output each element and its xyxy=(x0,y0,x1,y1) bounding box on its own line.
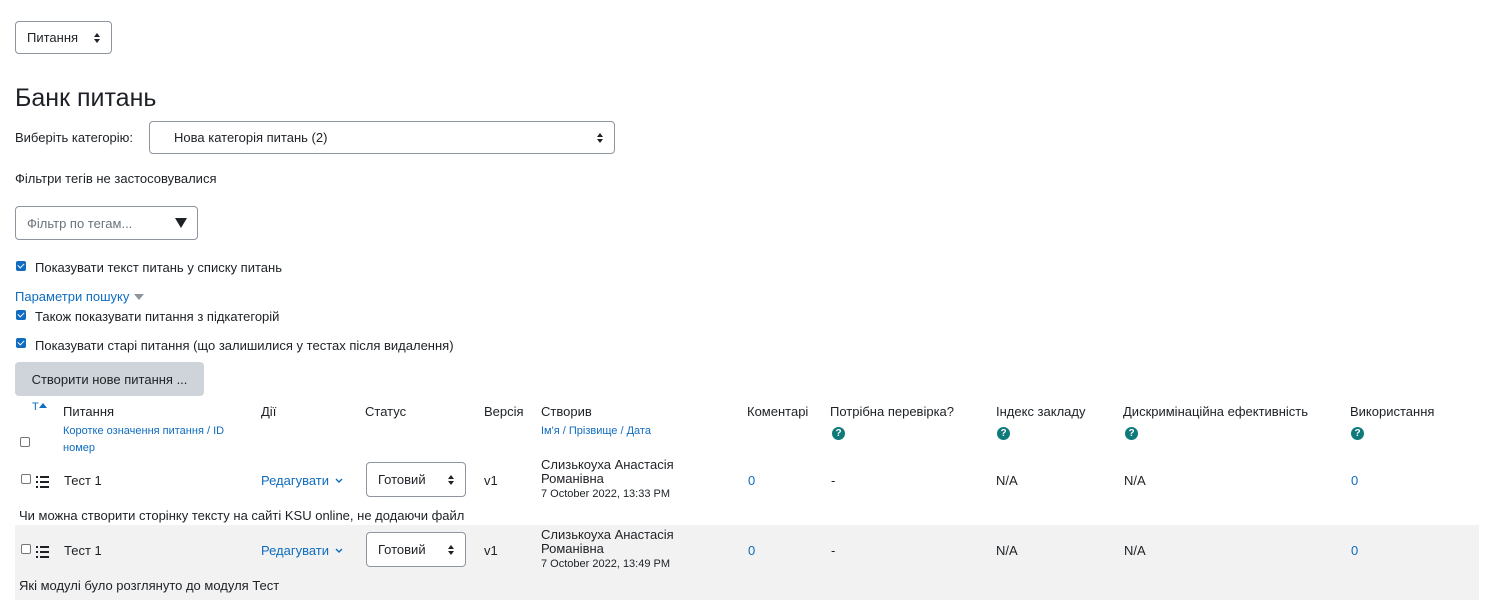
edit-menu-label: Редагувати xyxy=(261,543,330,558)
category-select-value: Нова категорія питань (2) xyxy=(174,130,328,145)
type-header-label: Т xyxy=(32,401,39,413)
row-select-checkbox[interactable] xyxy=(21,544,31,554)
creator-name: Слизькоуха Анастасія Романівна xyxy=(541,527,674,556)
question-name: Тест 1 xyxy=(64,473,102,488)
usage-header: Використання xyxy=(1350,404,1435,419)
facility-index-value: N/A xyxy=(996,473,1018,488)
discrimination-value: N/A xyxy=(1124,543,1146,558)
chevron-down-icon xyxy=(335,548,343,553)
question-name: Тест 1 xyxy=(64,543,102,558)
sort-asc-icon xyxy=(38,403,47,408)
discrimination-header: Дискримінаційна ефективність xyxy=(1123,404,1309,419)
caret-down-icon xyxy=(134,293,145,300)
create-question-button[interactable]: Створити нове питання ... xyxy=(15,362,204,396)
header-separator: / xyxy=(617,425,627,437)
multichoice-type-icon xyxy=(36,546,49,558)
sort-type-header[interactable]: Т xyxy=(32,401,47,413)
facility-index-value: N/A xyxy=(996,543,1018,558)
sort-short-name-link[interactable]: Коротке означення питання xyxy=(63,425,204,437)
comments-link[interactable]: 0 xyxy=(748,543,755,558)
question-bank-nav-select[interactable]: Питання xyxy=(15,21,112,54)
version-value: v1 xyxy=(484,543,498,558)
header-separator: / xyxy=(203,425,214,437)
edit-menu-toggle[interactable]: Редагувати xyxy=(261,543,343,558)
question-text: Чи можна створити сторінку тексту на сай… xyxy=(19,508,465,523)
version-header: Версія xyxy=(484,404,524,419)
question-sub-header: Коротке означення питання / ID номер xyxy=(63,422,243,456)
version-value: v1 xyxy=(484,473,498,488)
caret-down-icon xyxy=(175,218,187,228)
row-select-checkbox[interactable] xyxy=(21,474,31,484)
edit-menu-label: Редагувати xyxy=(261,473,330,488)
search-params-label: Параметри пошуку xyxy=(15,289,130,304)
tag-filter-placeholder: Фільтр по тегам... xyxy=(27,215,133,231)
creator-header[interactable]: Створив xyxy=(541,404,592,419)
creator-sub-header: Ім'я / Прізвище / Дата xyxy=(541,422,651,437)
select-arrows-icon xyxy=(448,544,454,555)
needs-checking-header: Потрібна перевірка? xyxy=(830,404,955,419)
multichoice-type-icon xyxy=(36,476,49,488)
help-icon[interactable]: ? xyxy=(997,427,1010,440)
status-select-value: Готовий xyxy=(378,472,426,487)
category-select[interactable]: Нова категорія питань (2) xyxy=(149,121,615,154)
tag-filters-note: Фільтри тегів не застосовувалися xyxy=(15,171,217,186)
create-question-button-label: Створити нове питання ... xyxy=(31,371,188,387)
sort-date-link[interactable]: Дата xyxy=(627,425,651,437)
old-questions-label: Показувати старі питання (що залишилися … xyxy=(35,338,454,353)
select-arrows-icon xyxy=(597,132,603,143)
status-select-value: Готовий xyxy=(378,542,426,557)
question-bank-nav-select-value: Питання xyxy=(27,30,79,45)
status-select[interactable]: Готовий xyxy=(366,532,466,567)
comments-link[interactable]: 0 xyxy=(748,473,755,488)
header-separator: / xyxy=(559,425,569,437)
facility-index-header: Індекс закладу xyxy=(996,404,1086,419)
table-row: Тест 1 Редагувати Готовий v1 Слизькоуха … xyxy=(0,526,1488,596)
subcategories-checkbox[interactable] xyxy=(16,310,26,320)
edit-menu-toggle[interactable]: Редагувати xyxy=(261,473,343,488)
discrimination-value: N/A xyxy=(1124,473,1146,488)
comments-header[interactable]: Коментарі xyxy=(747,404,808,419)
category-label: Виберіть категорію: xyxy=(15,130,134,145)
select-arrows-icon xyxy=(94,32,100,43)
page-title: Банк питань xyxy=(15,84,157,112)
show-text-label: Показувати текст питань у списку питань xyxy=(35,260,282,275)
status-header: Статус xyxy=(365,404,407,419)
help-icon[interactable]: ? xyxy=(1351,427,1364,440)
chevron-down-icon xyxy=(335,478,343,483)
show-text-checkbox[interactable] xyxy=(16,261,26,271)
status-select[interactable]: Готовий xyxy=(366,462,466,497)
needs-checking-value: - xyxy=(831,543,836,558)
help-icon[interactable]: ? xyxy=(1125,427,1138,440)
sort-first-name-link[interactable]: Ім'я xyxy=(541,425,560,437)
sort-last-name-link[interactable]: Прізвище xyxy=(569,425,618,437)
select-all-checkbox[interactable] xyxy=(20,437,30,447)
help-icon[interactable]: ? xyxy=(832,427,845,440)
usage-link[interactable]: 0 xyxy=(1351,543,1358,558)
table-header: Т Питання Коротке означення питання / ID… xyxy=(0,398,1488,458)
sort-number-link[interactable]: номер xyxy=(63,442,95,454)
old-questions-checkbox[interactable] xyxy=(16,338,26,348)
creator-name: Слизькоуха Анастасія Романівна xyxy=(541,457,674,486)
needs-checking-value: - xyxy=(831,473,836,488)
creator-date: 7 October 2022, 13:33 PM xyxy=(541,488,671,500)
search-params-link[interactable]: Параметри пошуку xyxy=(15,289,145,304)
tag-filter-input[interactable]: Фільтр по тегам... xyxy=(15,206,198,240)
question-text: Які модулі було розглянуто до модуля Тес… xyxy=(19,578,280,593)
select-arrows-icon xyxy=(448,474,454,485)
usage-link[interactable]: 0 xyxy=(1351,473,1358,488)
question-header[interactable]: Питання xyxy=(63,404,114,419)
sort-id-link[interactable]: ID xyxy=(213,425,224,437)
actions-header: Дії xyxy=(261,404,277,419)
table-row: Тест 1 Редагувати Готовий v1 Слизькоуха … xyxy=(0,456,1488,526)
creator-date: 7 October 2022, 13:49 PM xyxy=(541,558,671,570)
subcategories-label: Також показувати питання з підкатегорій xyxy=(35,309,280,324)
